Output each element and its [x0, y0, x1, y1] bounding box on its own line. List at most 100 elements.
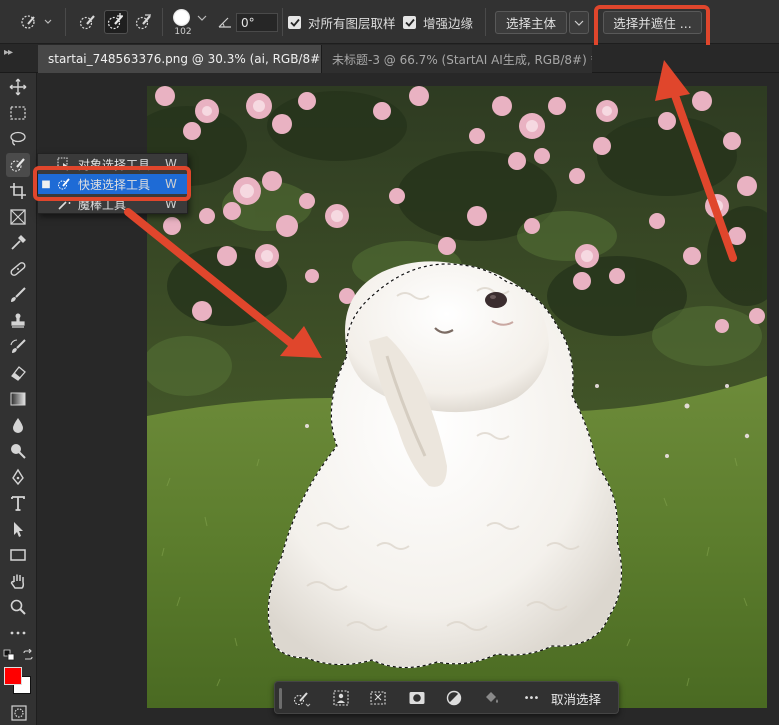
- flyout-item-shortcut: W: [165, 177, 177, 191]
- frame-icon: [10, 209, 26, 225]
- tool-preset-picker[interactable]: [16, 10, 56, 34]
- magic-wand-icon: [54, 197, 74, 211]
- gradient-tool[interactable]: [6, 387, 30, 411]
- foreground-color-swatch[interactable]: [4, 667, 22, 685]
- flyout-item-label: 快速选择工具: [78, 177, 151, 192]
- eraser-tool[interactable]: [6, 361, 30, 385]
- flyout-item-quick-selection[interactable]: ■ 快速选择工具 W: [38, 174, 187, 194]
- invert-icon: [446, 690, 462, 706]
- layer-mask-icon: [409, 692, 425, 704]
- clone-stamp-tool[interactable]: [6, 309, 30, 333]
- angle-input[interactable]: 0°: [236, 13, 278, 32]
- angle-icon: [217, 13, 233, 31]
- history-brush-tool[interactable]: [6, 335, 30, 359]
- zoom-tool[interactable]: [6, 595, 30, 619]
- rectangle-tool[interactable]: [6, 543, 30, 567]
- crop-tool[interactable]: [6, 179, 30, 203]
- more-options-icon[interactable]: •••: [519, 687, 543, 709]
- blur-icon: [13, 418, 23, 433]
- healing-brush-icon: [10, 262, 26, 276]
- select-mask-task-button[interactable]: [367, 687, 389, 709]
- pen-tool[interactable]: [6, 465, 30, 489]
- brush-selection-new-icon: [79, 15, 95, 30]
- quick-selection-tool[interactable]: [6, 153, 30, 177]
- subtract-from-selection-button[interactable]: [132, 10, 156, 34]
- brush-size-value: 102: [174, 27, 192, 37]
- checkbox-checked-icon: [403, 15, 416, 29]
- enhance-edge-checkbox[interactable]: 增强边缘: [403, 12, 473, 32]
- flyout-item-magic-wand[interactable]: 魔棒工具 W: [38, 194, 187, 214]
- brush-selection-add-icon: [107, 13, 123, 30]
- lasso-tool[interactable]: [6, 127, 30, 151]
- select-and-mask-button[interactable]: 选择并遮住 ...: [603, 11, 702, 34]
- quick-mask-icon[interactable]: [11, 705, 27, 721]
- drag-handle-icon[interactable]: [279, 688, 282, 709]
- fill-selection-button[interactable]: [480, 687, 502, 709]
- eyedropper-icon: [11, 235, 26, 250]
- enhance-edge-label: 增强边缘: [423, 15, 474, 31]
- brush-size-picker[interactable]: 102: [168, 4, 212, 42]
- type-icon: [11, 496, 25, 511]
- add-to-selection-button[interactable]: [104, 10, 128, 34]
- lasso-icon: [10, 131, 26, 146]
- document-image-dog-in-garden[interactable]: [147, 86, 767, 708]
- flyout-item-shortcut: W: [165, 197, 177, 211]
- flyout-item-label: 对象选择工具: [78, 157, 151, 172]
- tab-label: 未标题-3 @ 66.7% (StartAI AI生成, RGB/8#) *: [332, 52, 592, 67]
- invert-selection-button[interactable]: [443, 687, 465, 709]
- move-tool[interactable]: [6, 75, 30, 99]
- chevron-down-icon: [574, 20, 584, 26]
- tab-startai-document[interactable]: startai_748563376.png @ 30.3% (ai, RGB/8…: [38, 45, 321, 73]
- checkbox-checked-icon: [288, 15, 301, 29]
- marquee-icon: [10, 106, 26, 120]
- brush-selection-subtract-icon: [135, 14, 151, 30]
- document-tab-bar: ▸▸ startai_748563376.png @ 30.3% (ai, RG…: [0, 45, 779, 73]
- contextual-task-bar: ••• 取消选择: [274, 681, 619, 714]
- path-selection-tool[interactable]: [6, 517, 30, 541]
- selection-tools-flyout: 对象选择工具 W ■ 快速选择工具 W 魔棒工具 W: [37, 153, 188, 214]
- brush-selection-icon: [293, 692, 311, 707]
- dodge-tool[interactable]: [6, 439, 30, 463]
- tab-label: startai_748563376.png @ 30.3% (ai, RGB/8…: [48, 52, 321, 66]
- brush-tip-icon: [172, 9, 190, 26]
- marquee-tool[interactable]: [6, 101, 30, 125]
- flyout-item-object-selection[interactable]: 对象选择工具 W: [38, 154, 187, 174]
- clone-stamp-icon: [11, 313, 25, 328]
- pen-icon: [12, 468, 24, 486]
- brush-tool[interactable]: [6, 283, 30, 307]
- tab-untitled-3[interactable]: 未标题-3 @ 66.7% (StartAI AI生成, RGB/8#) * ×: [321, 45, 592, 73]
- quick-selection-icon: [10, 158, 25, 172]
- crop-icon: [10, 183, 26, 199]
- zoom-icon: [10, 599, 26, 615]
- sample-all-layers-checkbox[interactable]: 对所有图层取样: [288, 12, 396, 32]
- blur-tool[interactable]: [6, 413, 30, 437]
- create-mask-button[interactable]: [406, 687, 428, 709]
- modify-selection-button[interactable]: [291, 687, 313, 709]
- options-bar: 102 0° 对所有图层取样 增强边缘 选择主体 选择并遮住 ...: [0, 0, 779, 44]
- swap-colors-icon[interactable]: [22, 648, 34, 661]
- dodge-icon: [11, 444, 26, 459]
- hand-tool[interactable]: [6, 569, 30, 593]
- default-colors-icon[interactable]: [3, 649, 15, 661]
- sample-all-layers-label: 对所有图层取样: [308, 15, 396, 31]
- rectangle-icon: [10, 549, 26, 561]
- path-selection-icon: [14, 522, 23, 537]
- new-selection-button[interactable]: [76, 10, 100, 34]
- edit-toolbar-button[interactable]: [6, 621, 30, 645]
- collapse-panel-icon[interactable]: ▸▸: [4, 47, 13, 58]
- hand-icon: [10, 574, 25, 589]
- brush-icon: [11, 287, 26, 302]
- select-subject-task-button[interactable]: [330, 687, 352, 709]
- select-subject-button[interactable]: 选择主体: [495, 11, 567, 34]
- eyedropper-tool[interactable]: [6, 231, 30, 255]
- eraser-icon: [11, 366, 26, 381]
- frame-tool[interactable]: [6, 205, 30, 229]
- select-subject-options-button[interactable]: [569, 11, 589, 34]
- more-tools-icon: [10, 631, 26, 635]
- object-selection-icon: [54, 157, 74, 171]
- tools-panel: [0, 73, 37, 725]
- type-tool[interactable]: [6, 491, 30, 515]
- flyout-item-shortcut: W: [165, 157, 177, 171]
- healing-brush-tool[interactable]: [6, 257, 30, 281]
- deselect-button[interactable]: 取消选择: [551, 689, 601, 708]
